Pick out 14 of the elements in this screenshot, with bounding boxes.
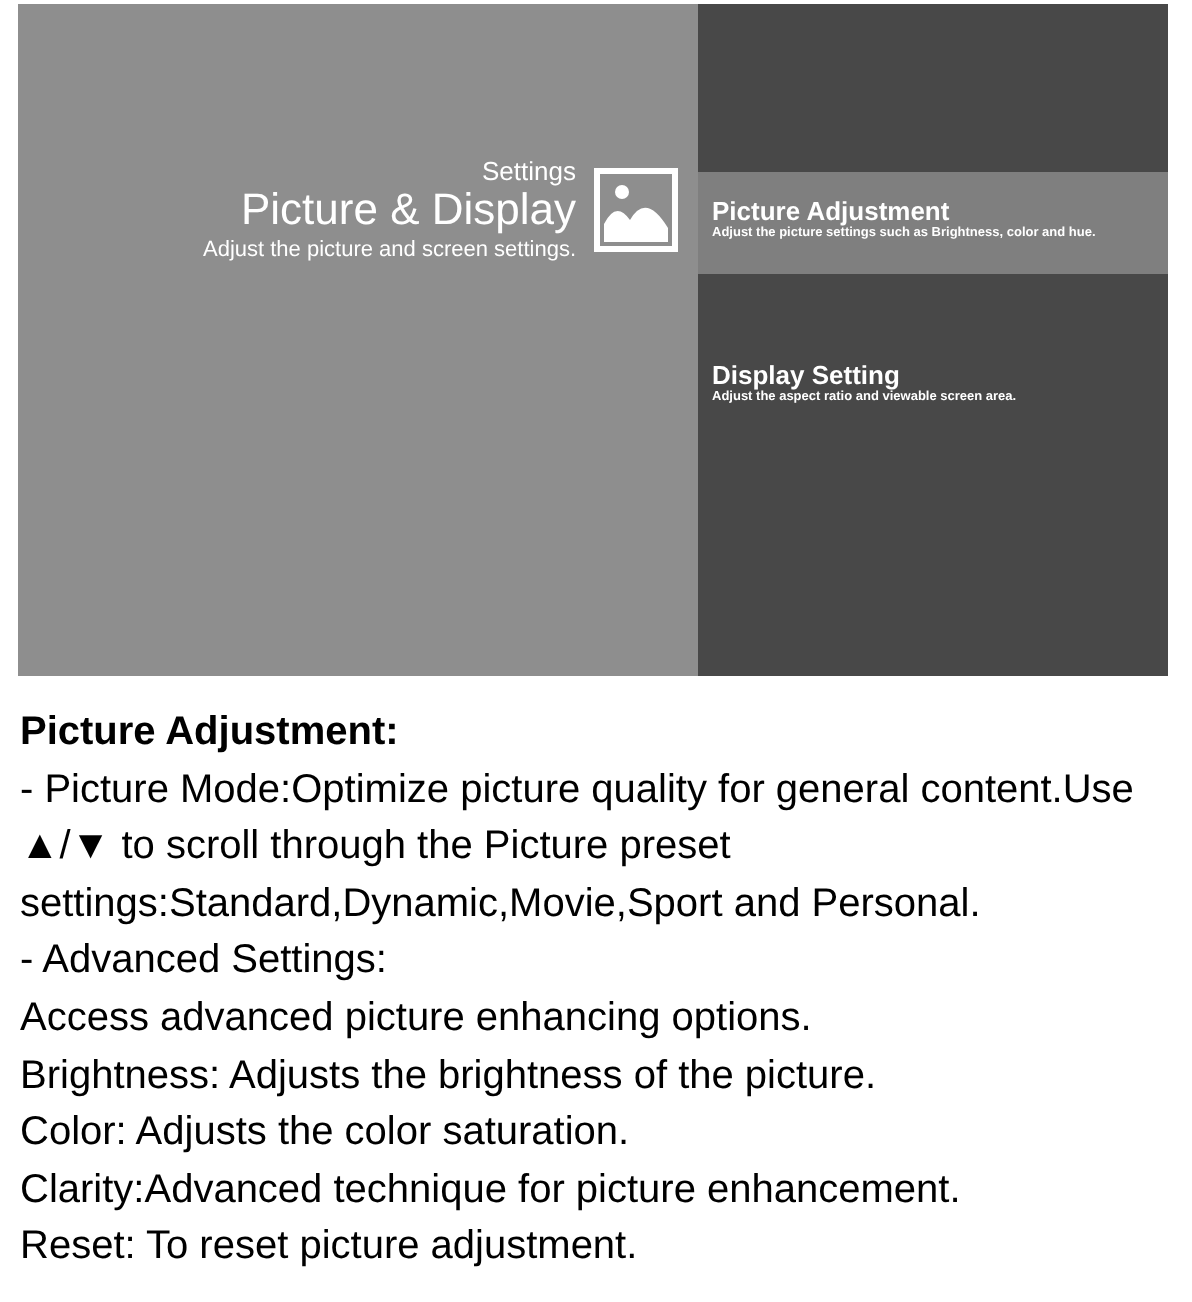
breadcrumb: Settings: [482, 156, 576, 186]
manual-paragraph: Brightness: Adjusts the brightness of the picture.: [20, 1051, 879, 1102]
manual-paragraph: Access advanced picture enhancing options.: [20, 993, 814, 1044]
manual-paragraph: Clarity:Advanced technique for picture enhancement.: [20, 1165, 963, 1216]
menu-item-title: Display Setting: [712, 362, 900, 390]
page-subtitle: Adjust the picture and screen settings.: [203, 236, 576, 264]
manual-paragraph: - Picture Mode:Optimize picture quality for general content.Use ▲/▼ to scroll through the Picture preset settings:Standard,Dynamic,Movie,Sport and Personal.: [20, 765, 1136, 930]
picture-icon: [594, 168, 678, 252]
page-title: Picture & Display: [240, 186, 576, 234]
manual-paragraph: Color: Adjusts the color saturation.: [20, 1108, 632, 1159]
manual-paragraph: - Advanced Settings:: [20, 936, 389, 987]
manual-paragraph: Reset: To reset picture adjustment.: [20, 1222, 640, 1273]
section-heading: Picture Adjustment:: [20, 708, 401, 758]
menu-item-title: Picture Adjustment: [712, 198, 950, 226]
